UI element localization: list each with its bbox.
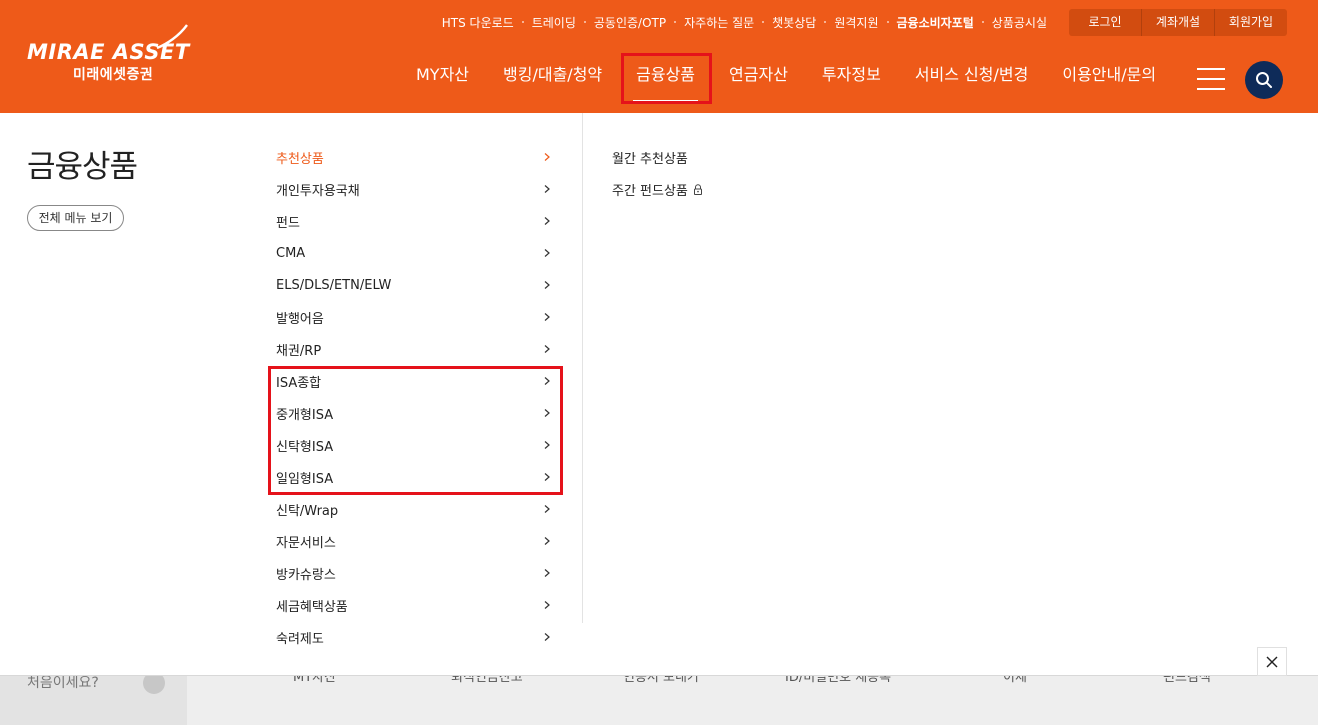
util-link-consumer-portal[interactable]: 금융소비자포털 bbox=[886, 14, 983, 31]
menu-item-cma[interactable]: CMA bbox=[276, 237, 561, 269]
util-link-certificate[interactable]: 공동인증/OTP bbox=[583, 14, 675, 31]
quick-link-transfer[interactable]: 이체 bbox=[1003, 676, 1027, 685]
highlight-box-nav bbox=[621, 53, 712, 104]
menu-item-label: ELS/DLS/ETN/ELW bbox=[276, 277, 392, 293]
logo-subtext: 미래에셋증권 bbox=[73, 67, 154, 83]
all-menu-button[interactable]: 전체 메뉴 보기 bbox=[27, 205, 124, 231]
chevron-right-icon bbox=[544, 537, 550, 545]
nav-investment-info[interactable]: 투자정보 bbox=[805, 62, 898, 92]
signup-button[interactable]: 회원가입 bbox=[1214, 9, 1287, 36]
menu-item-label: CMA bbox=[276, 245, 306, 261]
menu-item-label: 개인투자용국채 bbox=[276, 183, 360, 199]
quick-link-retirement-balance[interactable]: 퇴직연금잔고 bbox=[451, 676, 523, 685]
column-divider bbox=[582, 113, 583, 623]
quick-link-fund-search[interactable]: 펀드검색 bbox=[1163, 676, 1211, 685]
quick-link-send-certificate[interactable]: 인증서 보내기 bbox=[623, 676, 699, 685]
menu-item-label: 자문서비스 bbox=[276, 535, 336, 551]
quick-first-visit[interactable]: 처음이세요? bbox=[0, 676, 187, 725]
menu-item-label: 발행어음 bbox=[276, 311, 324, 327]
util-link-product-disclosure[interactable]: 상품공시실 bbox=[981, 14, 1056, 31]
menu-item-bancassurance[interactable]: 방카슈랑스 bbox=[276, 557, 561, 589]
lock-icon bbox=[693, 183, 702, 195]
menu-item-els[interactable]: ELS/DLS/ETN/ELW bbox=[276, 269, 561, 301]
menu-item-label: 방카슈랑스 bbox=[276, 567, 336, 583]
chevron-right-icon bbox=[544, 569, 550, 577]
quick-link-id-password[interactable]: ID/비밀번호 재등록 bbox=[785, 676, 891, 685]
menu-item-label: 채권/RP bbox=[276, 343, 322, 359]
utility-nav: HTS 다운로드 트레이딩 공동인증/OTP 자주하는 질문 챗봇상담 원격지원… bbox=[433, 9, 1056, 36]
arrow-right-icon bbox=[143, 676, 165, 694]
page-title: 금융상품 bbox=[27, 149, 138, 185]
logo-text: MIRAE ASSET bbox=[27, 40, 190, 64]
chevron-right-icon bbox=[544, 217, 550, 225]
hamburger-menu-icon[interactable] bbox=[1197, 68, 1225, 90]
chevron-right-icon bbox=[544, 281, 550, 289]
nav-pension[interactable]: 연금자산 bbox=[712, 62, 805, 92]
nav-service-request[interactable]: 서비스 신청/변경 bbox=[898, 62, 1046, 92]
chevron-right-icon bbox=[544, 345, 550, 353]
chevron-right-icon bbox=[544, 249, 550, 257]
chevron-right-icon bbox=[544, 633, 550, 641]
search-button[interactable] bbox=[1245, 61, 1283, 99]
util-link-trading[interactable]: 트레이딩 bbox=[521, 14, 585, 31]
menu-item-label: 추천상품 bbox=[276, 151, 324, 167]
menu-item-label: 숙려제도 bbox=[276, 631, 324, 647]
highlight-box-isa bbox=[268, 366, 563, 495]
chevron-right-icon bbox=[544, 153, 550, 161]
nav-help[interactable]: 이용안내/문의 bbox=[1045, 62, 1173, 92]
close-icon bbox=[1266, 656, 1278, 667]
menu-item-issued-note[interactable]: 발행어음 bbox=[276, 301, 561, 333]
menu-item-cooling-off[interactable]: 숙려제도 bbox=[276, 621, 561, 653]
submenu-monthly-recommended[interactable]: 월간 추천상품 bbox=[612, 141, 703, 173]
nav-my-assets[interactable]: MY자산 bbox=[399, 62, 486, 92]
nav-banking[interactable]: 뱅킹/대출/청약 bbox=[486, 62, 619, 92]
chevron-right-icon bbox=[544, 601, 550, 609]
open-account-button[interactable]: 계좌개설 bbox=[1141, 9, 1214, 36]
submenu-label: 월간 추천상품 bbox=[612, 151, 688, 167]
submenu-weekly-fund[interactable]: 주간 펀드상품 bbox=[612, 173, 703, 205]
util-link-remote-support[interactable]: 원격지원 bbox=[824, 14, 887, 31]
util-link-chatbot[interactable]: 챗봇상담 bbox=[762, 14, 825, 31]
close-button[interactable] bbox=[1257, 647, 1287, 676]
menu-item-tax-benefit[interactable]: 세금혜택상품 bbox=[276, 589, 561, 621]
submenu: 월간 추천상품 주간 펀드상품 bbox=[612, 141, 703, 205]
menu-item-label: 세금혜택상품 bbox=[276, 599, 348, 615]
main-nav: MY자산 뱅킹/대출/청약 금융상품 연금자산 투자정보 서비스 신청/변경 이… bbox=[399, 62, 1173, 102]
util-link-faq[interactable]: 자주하는 질문 bbox=[674, 14, 763, 31]
search-icon bbox=[1256, 72, 1272, 88]
chevron-right-icon bbox=[544, 185, 550, 193]
quick-menu-bar: 처음이세요? MY자산 퇴직연금잔고 인증서 보내기 ID/비밀번호 재등록 이… bbox=[0, 675, 1318, 725]
chevron-right-icon bbox=[544, 313, 550, 321]
menu-item-bond-rp[interactable]: 채권/RP bbox=[276, 333, 561, 365]
menu-item-govt-bond[interactable]: 개인투자용국채 bbox=[276, 173, 561, 205]
menu-item-trust-wrap[interactable]: 신탁/Wrap bbox=[276, 493, 561, 525]
util-link-hts[interactable]: HTS 다운로드 bbox=[433, 14, 523, 31]
menu-item-label: 신탁/Wrap bbox=[276, 503, 339, 519]
login-button[interactable]: 로그인 bbox=[1069, 9, 1141, 36]
mirae-asset-logo[interactable]: MIRAE ASSET 미래에셋증권 bbox=[27, 24, 197, 84]
chevron-right-icon bbox=[544, 505, 550, 513]
menu-item-label: 펀드 bbox=[276, 215, 300, 231]
quick-link-my-assets[interactable]: MY자산 bbox=[293, 676, 336, 685]
menu-item-recommended[interactable]: 추천상품 bbox=[276, 141, 561, 173]
submenu-label: 주간 펀드상품 bbox=[612, 183, 688, 199]
auth-buttons: 로그인 계좌개설 회원가입 bbox=[1069, 9, 1287, 36]
quick-first-label: 처음이세요? bbox=[27, 675, 99, 691]
menu-item-advisory[interactable]: 자문서비스 bbox=[276, 525, 561, 557]
menu-item-fund[interactable]: 펀드 bbox=[276, 205, 561, 237]
